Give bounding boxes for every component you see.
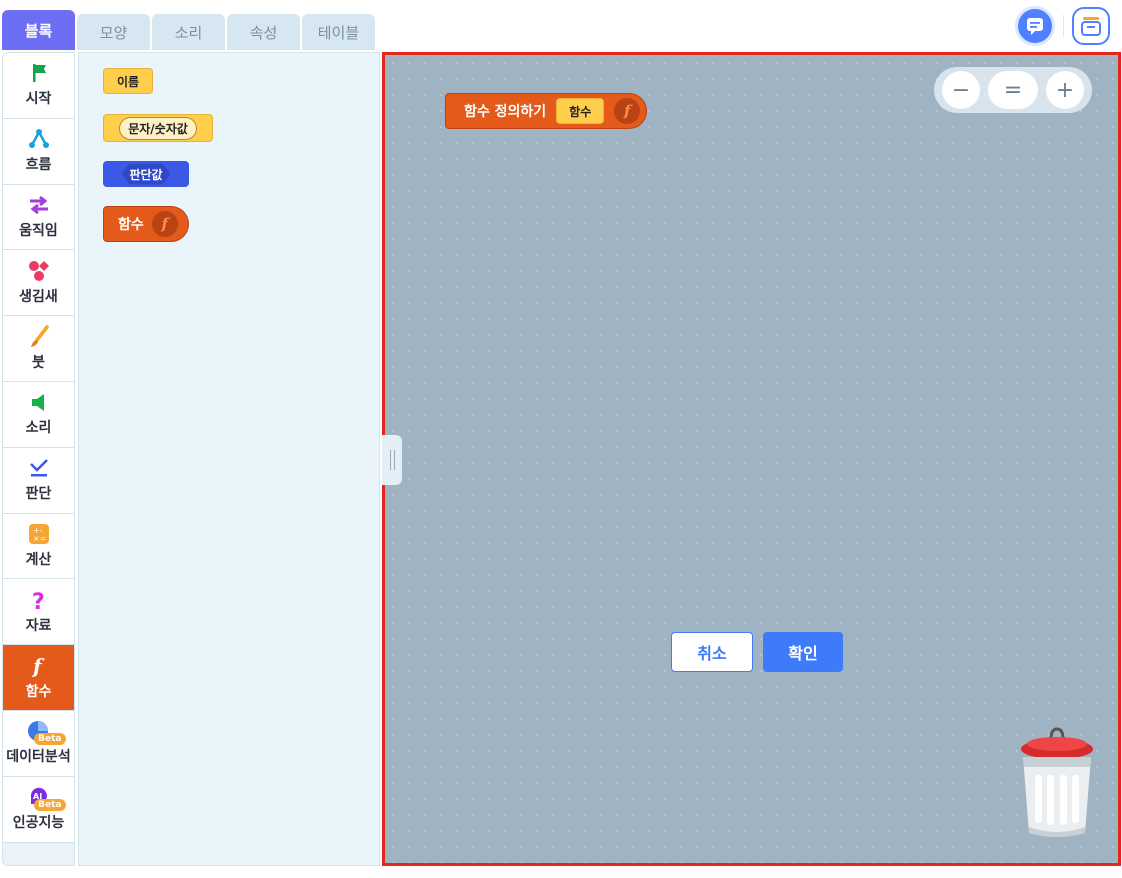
check-icon [24,457,54,479]
category-label: 소리 [25,420,52,437]
editor-tabs: 블록 모양 소리 속성 테이블 [2,10,375,50]
category-data[interactable]: ? 자료 [3,579,74,646]
beta-badge: Beta [34,733,66,746]
boolean-block[interactable]: 판단값 [103,161,189,187]
calculator-icon: +- ×= [24,523,54,545]
category-label: 생김새 [19,288,58,305]
category-label: 판단 [25,486,52,503]
resize-handle[interactable] [382,435,402,485]
flag-icon [24,62,54,84]
trash-can[interactable] [1017,727,1097,843]
category-brush[interactable]: 붓 [3,316,74,382]
cancel-button[interactable]: 취소 [671,632,753,672]
function-block-label: 함수 [118,217,144,233]
pie-chart-icon: Beta [24,720,66,746]
category-label: 붓 [32,354,45,371]
define-block-label: 함수 정의하기 [464,104,547,120]
block-workspace[interactable]: 함수 정의하기 함수 f − = + 취소 확인 [382,52,1121,866]
category-function[interactable]: f 함수 [3,645,74,711]
category-judgement[interactable]: 판단 [3,447,74,514]
category-label: 자료 [25,617,52,634]
grip-icon [389,450,395,470]
tab-shapes[interactable]: 모양 [77,14,150,50]
category-label: 함수 [25,683,52,700]
boolean-block-label: 판단값 [121,164,170,185]
string-block-label: 문자/숫자값 [119,116,197,140]
zoom-in-button[interactable]: + [1046,71,1084,109]
category-looks[interactable]: 생김새 [3,250,74,317]
name-block[interactable]: 이름 [103,68,153,94]
svg-text:?: ? [32,590,45,612]
zoom-controls: − = + [934,67,1092,113]
function-block[interactable]: 함수 f [103,206,189,242]
brush-icon [24,324,54,348]
category-calc[interactable]: +- ×= 계산 [3,513,74,580]
block-palette: 이름 문자/숫자값 판단값 함수 f [78,52,380,866]
category-flow[interactable]: 흐름 [3,118,74,185]
category-label: 시작 [25,91,52,108]
svg-text:×=: ×= [33,534,46,543]
function-define-block[interactable]: 함수 정의하기 함수 f [445,93,647,129]
category-start[interactable]: 시작 [3,53,74,119]
zoom-out-button[interactable]: − [942,71,980,109]
function-symbol-icon: f [151,211,178,237]
chat-icon [1027,18,1043,35]
string-block[interactable]: 문자/숫자값 [103,114,213,142]
svg-text:f: f [31,655,45,677]
function-name-field[interactable]: 함수 [556,98,605,124]
arrows-icon [24,194,54,216]
beta-badge: Beta [34,799,66,812]
zoom-reset-button[interactable]: = [988,71,1038,109]
category-ai[interactable]: AI Beta 인공지능 [3,776,74,843]
tab-sounds[interactable]: 소리 [152,14,225,50]
question-icon: ? [24,589,54,612]
chat-button[interactable] [1015,6,1055,46]
storage-button[interactable] [1072,7,1110,45]
category-sidebar: 시작 흐름 움직임 생김새 붓 소리 판단 +- ×= 계산 ? 자료 f 함수… [2,52,75,866]
category-sound[interactable]: 소리 [3,381,74,448]
category-movement[interactable]: 움직임 [3,184,74,251]
trash-icon [1021,727,1093,837]
top-icons [1015,6,1110,46]
category-label: 움직임 [19,222,58,239]
category-data-analysis[interactable]: Beta 데이터분석 [3,710,74,777]
entry-editor: 블록 모양 소리 속성 테이블 시작 흐름 움직임 생김새 붓 소리 판단 +-… [0,0,1122,878]
function-symbol-icon: f [614,98,641,124]
category-label: 데이터분석 [6,749,71,766]
category-label: 인공지능 [12,815,65,832]
confirm-button[interactable]: 확인 [763,632,843,672]
divider [1063,15,1064,37]
shapes-icon [24,260,54,282]
tab-blocks[interactable]: 블록 [2,10,75,50]
function-icon: f [24,655,54,677]
speaker-icon [24,391,54,413]
category-label: 흐름 [25,157,52,174]
flow-icon [24,128,54,150]
tab-table[interactable]: 테이블 [302,14,375,50]
category-label: 계산 [25,551,52,568]
tab-properties[interactable]: 속성 [227,14,300,50]
storage-icon [1081,17,1101,36]
ai-head-icon: AI Beta [24,786,66,812]
